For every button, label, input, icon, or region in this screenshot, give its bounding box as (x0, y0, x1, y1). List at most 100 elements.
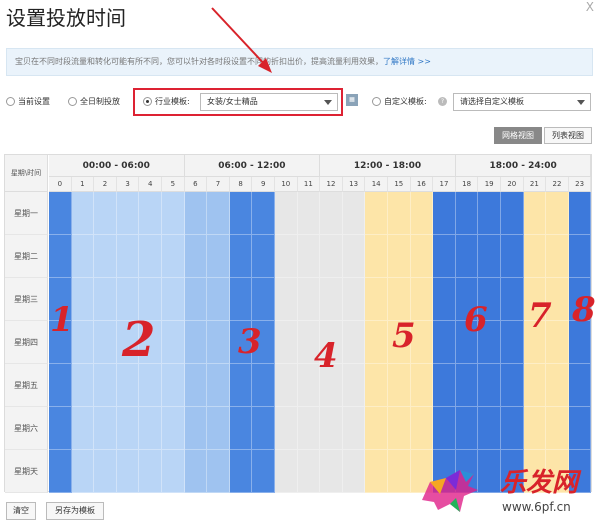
time-cell[interactable] (49, 450, 72, 493)
time-cell[interactable] (229, 235, 253, 278)
time-cell[interactable] (501, 192, 524, 235)
time-cell[interactable] (71, 192, 95, 235)
time-cell[interactable] (252, 278, 275, 321)
time-cell[interactable] (49, 192, 72, 235)
time-cell[interactable] (365, 364, 388, 407)
time-cell[interactable] (478, 364, 501, 407)
time-cell[interactable] (501, 407, 524, 450)
time-cell[interactable] (139, 450, 162, 493)
time-cell[interactable] (162, 278, 185, 321)
time-cell[interactable] (275, 364, 298, 407)
time-cell[interactable] (162, 364, 185, 407)
time-cell[interactable] (433, 192, 456, 235)
time-cell[interactable] (297, 235, 321, 278)
time-cell[interactable] (365, 450, 388, 493)
time-cell[interactable] (433, 407, 456, 450)
time-cell[interactable] (410, 278, 434, 321)
time-cell[interactable] (229, 278, 253, 321)
time-cell[interactable] (71, 364, 95, 407)
time-cell[interactable] (49, 364, 72, 407)
radio-current-dot[interactable] (6, 97, 15, 106)
time-cell[interactable] (410, 235, 434, 278)
time-cell[interactable] (275, 192, 298, 235)
time-cell[interactable] (94, 450, 117, 493)
time-cell[interactable] (297, 278, 321, 321)
time-cell[interactable] (71, 278, 95, 321)
time-cell[interactable] (523, 364, 547, 407)
time-cell[interactable] (365, 407, 388, 450)
time-cell[interactable] (229, 192, 253, 235)
time-cell[interactable] (568, 192, 592, 235)
custom-template-select[interactable]: 请选择自定义模板 (453, 93, 591, 111)
time-cell[interactable] (207, 192, 230, 235)
time-cell[interactable] (229, 364, 253, 407)
time-cell[interactable] (207, 278, 230, 321)
time-cell[interactable] (546, 364, 569, 407)
time-cell[interactable] (388, 278, 411, 321)
time-cell[interactable] (139, 235, 162, 278)
time-cell[interactable] (501, 235, 524, 278)
radio-custom-dot[interactable] (372, 97, 381, 106)
time-cell[interactable] (523, 407, 547, 450)
time-cell[interactable] (207, 364, 230, 407)
time-cell[interactable] (523, 235, 547, 278)
time-cell[interactable] (546, 235, 569, 278)
time-cell[interactable] (501, 364, 524, 407)
time-cell[interactable] (116, 364, 140, 407)
time-cell[interactable] (207, 450, 230, 493)
time-cell[interactable] (275, 450, 298, 493)
time-cell[interactable] (568, 235, 592, 278)
time-cell[interactable] (184, 192, 208, 235)
time-cell[interactable] (320, 450, 343, 493)
time-cell[interactable] (162, 321, 185, 364)
time-cell[interactable] (455, 192, 479, 235)
time-cell[interactable] (184, 235, 208, 278)
time-cell[interactable] (320, 278, 343, 321)
time-cell[interactable] (94, 321, 117, 364)
time-cell[interactable] (252, 192, 275, 235)
radio-allday[interactable]: 全日制投放 (68, 96, 120, 107)
time-cell[interactable] (388, 450, 411, 493)
time-cell[interactable] (297, 192, 321, 235)
time-cell[interactable] (252, 235, 275, 278)
grid-view-button[interactable]: 网格视图 (494, 127, 542, 144)
time-cell[interactable] (342, 321, 366, 364)
time-cell[interactable] (410, 407, 434, 450)
clear-button[interactable]: 清空 (6, 502, 36, 520)
time-cell[interactable] (546, 407, 569, 450)
time-cell[interactable] (184, 321, 208, 364)
calendar-icon[interactable]: ▦ (346, 94, 358, 106)
time-cell[interactable] (184, 364, 208, 407)
time-cell[interactable] (455, 364, 479, 407)
time-cell[interactable] (207, 235, 230, 278)
time-cell[interactable] (207, 407, 230, 450)
time-cell[interactable] (320, 192, 343, 235)
time-cell[interactable] (501, 278, 524, 321)
time-cell[interactable] (297, 450, 321, 493)
time-cell[interactable] (139, 192, 162, 235)
learn-more-link[interactable]: 了解详情 >> (383, 57, 431, 66)
time-cell[interactable] (297, 407, 321, 450)
time-cell[interactable] (94, 192, 117, 235)
time-cell[interactable] (94, 364, 117, 407)
time-cell[interactable] (342, 407, 366, 450)
time-cell[interactable] (478, 235, 501, 278)
time-cell[interactable] (568, 407, 592, 450)
time-cell[interactable] (320, 235, 343, 278)
time-cell[interactable] (252, 450, 275, 493)
time-cell[interactable] (275, 321, 298, 364)
time-cell[interactable] (433, 321, 456, 364)
time-cell[interactable] (94, 278, 117, 321)
time-cell[interactable] (320, 407, 343, 450)
time-cell[interactable] (116, 235, 140, 278)
time-cell[interactable] (388, 407, 411, 450)
time-cell[interactable] (410, 192, 434, 235)
time-cell[interactable] (275, 278, 298, 321)
time-cell[interactable] (365, 278, 388, 321)
time-cell[interactable] (410, 364, 434, 407)
time-cell[interactable] (365, 192, 388, 235)
time-cell[interactable] (229, 450, 253, 493)
time-cell[interactable] (342, 364, 366, 407)
time-cell[interactable] (365, 321, 388, 364)
time-cell[interactable] (71, 450, 95, 493)
